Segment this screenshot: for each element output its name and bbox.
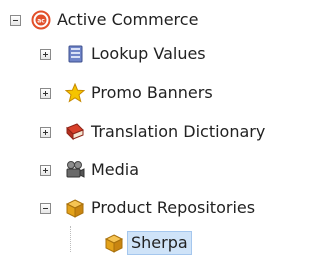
tree-node-label: Translation Dictionary: [91, 122, 266, 141]
tree-node-translation-dictionary[interactable]: Translation Dictionary: [40, 118, 267, 146]
tree-connector-line: [70, 226, 71, 252]
tree-node-sherpa[interactable]: Sherpa: [104, 229, 192, 257]
tree-node-active-commerce[interactable]: ac Active Commerce: [10, 6, 200, 34]
expand-toggle[interactable]: [40, 164, 51, 176]
database-icon: [65, 44, 85, 64]
tree-node-label: Sherpa: [127, 231, 192, 255]
tree-node-label: Media: [91, 160, 140, 179]
collapse-toggle[interactable]: [10, 14, 21, 26]
svg-text:ac: ac: [37, 18, 45, 25]
media-camera-icon: [65, 160, 85, 180]
expand-toggle[interactable]: [40, 126, 51, 138]
tree-node-lookup-values[interactable]: Lookup Values: [40, 40, 208, 68]
tree-node-promo-banners[interactable]: Promo Banners: [40, 79, 215, 107]
active-commerce-logo-icon: ac: [31, 10, 51, 30]
star-icon: [65, 83, 85, 103]
tree-node-product-repositories[interactable]: Product Repositories: [40, 194, 257, 222]
content-tree: ac Active Commerce Lookup Values Promo B…: [0, 0, 319, 262]
tree-node-label: Promo Banners: [91, 83, 213, 102]
collapse-toggle[interactable]: [40, 202, 51, 214]
tree-node-label: Lookup Values: [91, 44, 206, 63]
tree-node-label: Product Repositories: [91, 198, 256, 217]
book-icon: [65, 122, 85, 142]
expand-toggle[interactable]: [40, 87, 51, 99]
expand-toggle[interactable]: [40, 48, 51, 60]
box-icon: [104, 233, 124, 253]
tree-node-label: Active Commerce: [57, 10, 199, 29]
tree-node-media[interactable]: Media: [40, 156, 141, 184]
box-icon: [65, 198, 85, 218]
